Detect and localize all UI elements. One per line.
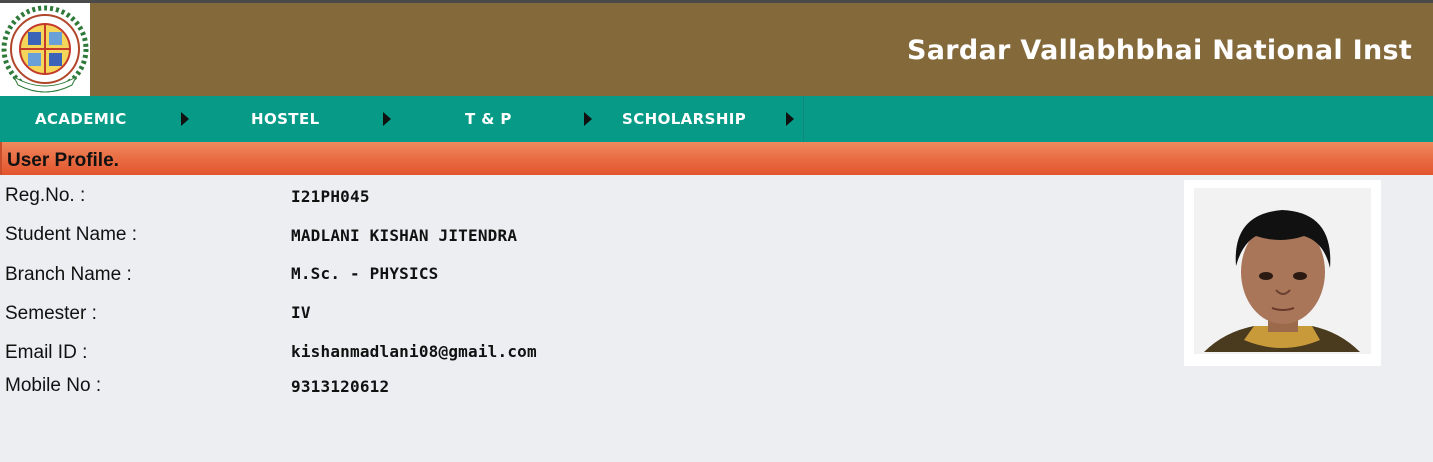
institute-logo[interactable]: [0, 3, 90, 96]
nav-label: T & P: [465, 110, 512, 128]
student-photo-image: [1194, 188, 1371, 354]
nav-item-t-and-p[interactable]: T & P: [405, 96, 605, 142]
semester-value: IV: [291, 303, 311, 322]
semester-label: Semester :: [5, 303, 97, 324]
nav-item-scholarship[interactable]: SCHOLARSHIP: [605, 96, 803, 142]
student-name-value: MADLANI KISHAN JITENDRA: [291, 226, 518, 245]
main-nav: ACADEMIC HOSTEL T & P SCHOLARSHIP: [0, 96, 1433, 142]
caret-right-icon: [383, 112, 391, 126]
email-value: kishanmadlani08@gmail.com: [291, 342, 537, 361]
mobile-label: Mobile No :: [5, 375, 102, 396]
branch-name-label: Branch Name :: [5, 264, 132, 285]
nav-divider: [803, 96, 804, 142]
site-header: Sardar Vallabhbhai National Inst: [0, 3, 1433, 96]
reg-no-label: Reg.No. :: [5, 185, 86, 206]
caret-right-icon: [584, 112, 592, 126]
section-title: User Profile.: [7, 150, 119, 171]
email-label: Email ID :: [5, 342, 88, 363]
branch-name-value: M.Sc. - PHYSICS: [291, 264, 439, 283]
student-photo: [1184, 180, 1381, 366]
institute-seal-logo-icon: [1, 5, 89, 93]
caret-right-icon: [181, 112, 189, 126]
student-name-label: Student Name :: [5, 224, 138, 245]
nav-label: HOSTEL: [251, 110, 320, 128]
profile-section-header: User Profile.: [0, 142, 1433, 175]
nav-item-academic[interactable]: ACADEMIC: [0, 96, 200, 142]
nav-item-hostel[interactable]: HOSTEL: [200, 96, 405, 142]
reg-no-value: I21PH045: [291, 187, 370, 206]
caret-right-icon: [786, 112, 794, 126]
mobile-value: 9313120612: [291, 377, 390, 396]
nav-label: ACADEMIC: [35, 110, 127, 128]
site-title: Sardar Vallabhbhai National Inst: [907, 35, 1413, 66]
nav-label: SCHOLARSHIP: [622, 110, 747, 128]
